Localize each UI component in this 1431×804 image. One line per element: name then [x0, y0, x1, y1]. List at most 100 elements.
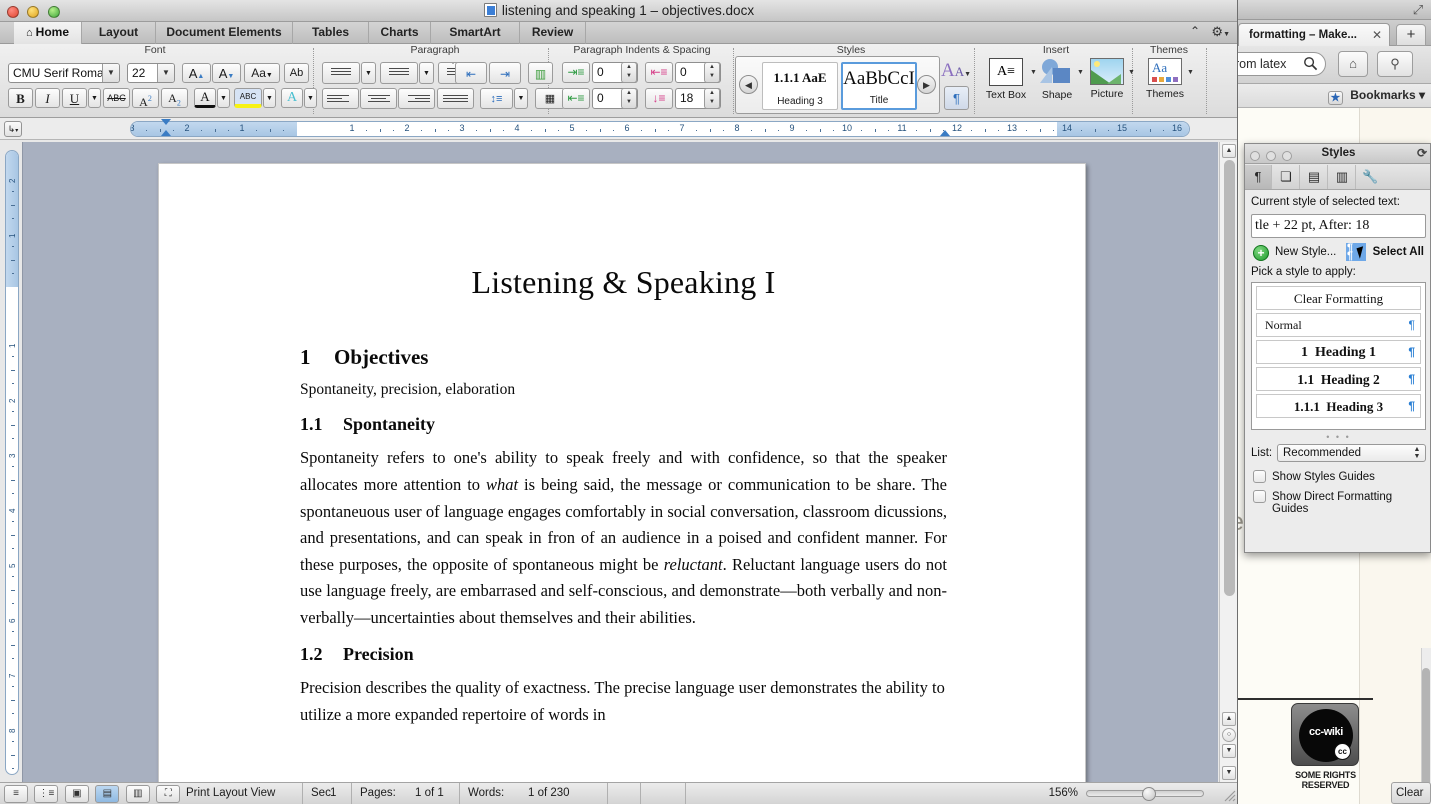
hanging-indent-marker[interactable] — [161, 130, 171, 136]
copy-icon[interactable]: ❏ — [1273, 165, 1300, 189]
font-color-button[interactable]: A — [194, 88, 216, 108]
next-page-button[interactable]: ▼ — [1222, 744, 1236, 758]
clear-formatting-button[interactable]: Ab — [284, 63, 309, 83]
styles-gallery[interactable]: ◀ 1.1.1 AaE Heading 3 AaBbCcI Title ▶ — [735, 56, 940, 114]
line-spacing-options[interactable]: ▼ — [514, 88, 528, 109]
chevron-down-icon[interactable]: ▼ — [157, 63, 174, 83]
space-after-stepper[interactable]: ▲▼ — [704, 88, 720, 109]
decrease-indent-button[interactable]: ⇤ — [455, 62, 487, 84]
show-direct-formatting-guides-checkbox[interactable] — [1253, 490, 1266, 503]
subscript-button[interactable]: A2 — [161, 88, 188, 108]
scrollbar-thumb[interactable] — [1224, 160, 1235, 596]
close-window-button[interactable] — [1250, 151, 1260, 161]
gallery-item-heading3[interactable]: 1.1.1 AaE Heading 3 — [762, 62, 838, 110]
browser-tab[interactable]: formatting – Make... ✕ — [1238, 23, 1390, 46]
new-tab-button[interactable]: + — [1396, 24, 1426, 46]
themes-options[interactable]: ▼ — [1187, 69, 1194, 76]
current-style-value[interactable]: tle + 22 pt, After: 18 — [1251, 214, 1426, 238]
first-line-indent-marker[interactable] — [161, 119, 171, 125]
pilcrow-icon[interactable]: ¶ — [1245, 165, 1272, 189]
media-icon[interactable]: ▤ — [1301, 165, 1328, 189]
document-body[interactable]: Listening & Speaking I 1Objectives Spont… — [300, 264, 947, 729]
gear-icon[interactable]: ⚙▼ — [1211, 24, 1230, 40]
bookmarks-bar[interactable]: ★ Bookmarks ▾ — [1238, 84, 1431, 108]
print-layout-view-button[interactable]: ▤ — [95, 785, 119, 803]
list-select[interactable]: Recommended ▲▼ — [1277, 444, 1426, 462]
style-item-heading-1[interactable]: 1 Heading 1 ¶ — [1256, 340, 1421, 364]
font-name-combo[interactable]: CMU Serif Roman ▼ — [8, 63, 120, 83]
align-left-button[interactable] — [322, 88, 359, 109]
tab-document-elements[interactable]: Document Elements — [156, 22, 293, 44]
previous-page-button[interactable]: ▲ — [1222, 712, 1236, 726]
styles-pane-button[interactable]: ¶ — [944, 86, 969, 110]
bulleted-list-options[interactable]: ▼ — [361, 62, 376, 84]
indent-right-stepper[interactable]: ▲▼ — [704, 62, 720, 83]
styles-panel-titlebar[interactable]: Styles ⟳ — [1245, 144, 1431, 164]
font-color-options-button[interactable]: ▼ — [217, 88, 230, 108]
zoom-slider[interactable] — [1086, 790, 1204, 797]
eyedropper-button[interactable]: ⚲ — [1377, 51, 1413, 77]
wrench-icon[interactable]: 🔧 — [1357, 165, 1384, 189]
style-list[interactable]: Clear Formatting Normal ¶ 1 Heading 1 ¶ … — [1251, 282, 1426, 430]
justify-button[interactable] — [437, 88, 474, 109]
text-effects-button[interactable]: A — [281, 88, 303, 108]
select-browse-object-button[interactable]: ○ — [1222, 728, 1236, 742]
browser-home-button[interactable]: ⌂ — [1338, 51, 1368, 77]
style-item-heading-3[interactable]: 1.1.1 Heading 3 ¶ — [1256, 394, 1421, 418]
stepper-icon[interactable]: ▲▼ — [1411, 446, 1423, 460]
shape-options[interactable]: ▼ — [1077, 69, 1084, 76]
tab-tables[interactable]: Tables — [293, 22, 369, 44]
picture-button[interactable]: Picture — [1084, 58, 1130, 100]
line-spacing-button[interactable]: ↕≡ — [480, 88, 513, 109]
space-before-stepper[interactable]: ▲▼ — [621, 88, 637, 109]
style-item-clear-formatting[interactable]: Clear Formatting — [1256, 286, 1421, 310]
vertical-ruler[interactable]: 2112345678 — [5, 150, 19, 775]
strikethrough-button[interactable]: ABC — [103, 88, 130, 108]
ribbon-collapse-button[interactable]: ⌃ — [1190, 24, 1200, 38]
manage-styles-icon[interactable]: AA▼ — [941, 60, 971, 82]
select-all-button[interactable]: Select All — [1373, 246, 1424, 258]
underline-button[interactable]: U — [62, 88, 87, 108]
scroll-down-button[interactable]: ▼ — [1222, 766, 1236, 780]
superscript-button[interactable]: A2 — [132, 88, 159, 108]
draft-view-button[interactable]: ≡ — [4, 785, 28, 803]
tab-layout[interactable]: Layout — [82, 22, 156, 44]
notebook-layout-view-button[interactable]: ▥ — [126, 785, 150, 803]
tab-smartart[interactable]: SmartArt — [431, 22, 520, 44]
document-page[interactable]: Listening & Speaking I 1Objectives Spont… — [158, 163, 1086, 782]
gallery-prev-button[interactable]: ◀ — [739, 75, 758, 94]
window-titlebar[interactable]: listening and speaking 1 – objectives.do… — [0, 0, 1238, 22]
grow-font-button[interactable]: A▲ — [182, 63, 211, 83]
highlight-button[interactable]: ABC — [234, 88, 262, 108]
tab-stop-selector[interactable]: ↳▾ — [4, 121, 22, 137]
underline-options-button[interactable]: ▼ — [88, 88, 101, 108]
view-buttons-group[interactable]: ≡ ⋮≡ ▣ ▤ ▥ ⛶ — [4, 785, 182, 803]
columns-button[interactable]: ▥ — [528, 62, 553, 84]
refresh-icon[interactable]: ⟳ — [1415, 147, 1429, 161]
new-style-button[interactable]: New Style... — [1275, 246, 1336, 258]
zoom-window-button[interactable] — [1282, 151, 1292, 161]
scroll-up-button[interactable]: ▲ — [1222, 144, 1236, 158]
increase-indent-button[interactable]: ⇥ — [489, 62, 521, 84]
shape-button[interactable]: Shape — [1036, 58, 1078, 101]
clear-button[interactable]: Clear — [1391, 782, 1431, 804]
font-size-combo[interactable]: 22 ▼ — [127, 63, 175, 83]
shrink-font-button[interactable]: A▼ — [212, 63, 241, 83]
picture-options[interactable]: ▼ — [1128, 69, 1135, 76]
zoom-slider-knob[interactable] — [1142, 787, 1156, 801]
chevron-down-icon[interactable]: ▼ — [102, 63, 119, 83]
full-screen-view-button[interactable]: ⛶ — [156, 785, 180, 803]
browser-search-input[interactable]: rom latex — [1238, 52, 1326, 76]
fullscreen-icon[interactable]: ⤢ — [1411, 3, 1425, 17]
tab-review[interactable]: Review — [520, 22, 586, 44]
tab-charts[interactable]: Charts — [369, 22, 431, 44]
style-item-normal[interactable]: Normal ¶ — [1256, 313, 1421, 337]
publishing-layout-view-button[interactable]: ▣ — [65, 785, 89, 803]
bulleted-list-button[interactable] — [322, 62, 360, 84]
gallery-next-button[interactable]: ▶ — [917, 75, 936, 94]
text-box-button[interactable]: A≡ Text Box — [982, 58, 1030, 101]
resize-grip-dots[interactable]: • • • — [1245, 432, 1431, 442]
numbered-list-options[interactable]: ▼ — [419, 62, 434, 84]
outline-view-button[interactable]: ⋮≡ — [34, 785, 58, 803]
minimize-window-button[interactable] — [1266, 151, 1276, 161]
